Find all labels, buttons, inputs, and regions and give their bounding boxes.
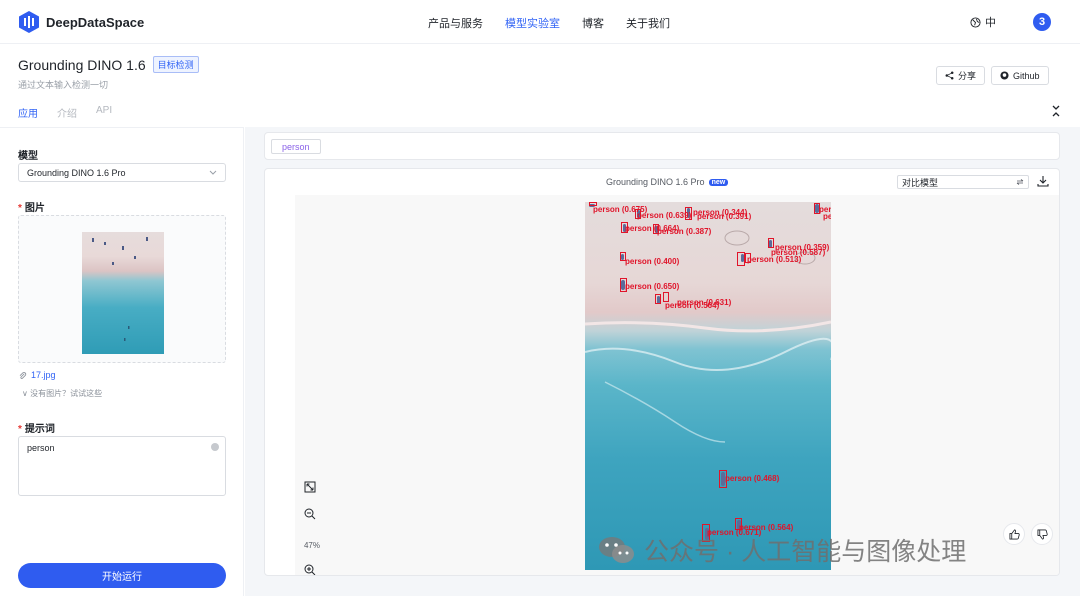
chevron-down-icon [209, 170, 217, 175]
category-tag: 目标检测 [152, 56, 199, 73]
fit-screen-icon [304, 481, 316, 493]
prompt-chip[interactable]: person [271, 139, 321, 154]
thumbs-up-icon [1009, 529, 1020, 539]
result-panel: Grounding DINO 1.6 Pro new 对比模型 person (… [264, 168, 1060, 576]
feedback-buttons [1003, 523, 1053, 545]
share-button[interactable]: 分享 [936, 66, 986, 85]
compare-model-select[interactable]: 对比模型 [897, 175, 1029, 189]
prompt-text: person [27, 443, 55, 453]
nav-item-model-lab[interactable]: 模型实验室 [505, 15, 560, 31]
zoom-level: 47% [303, 541, 320, 550]
image-field-label: * 图片 [18, 203, 45, 214]
sample-images-hint: 没有图片？试试这些 [30, 389, 103, 398]
detection-label: person (0.387) [657, 227, 712, 236]
wechat-icon [599, 537, 634, 563]
detection-label: person (0.391) [697, 212, 752, 221]
detection-label: person (0.650) [625, 282, 680, 291]
image-upload-area[interactable] [18, 215, 226, 363]
language-switch[interactable]: 中 [970, 14, 996, 30]
detection-label: person (0.629) [823, 212, 831, 221]
prompt-textarea[interactable]: person [18, 436, 226, 496]
sample-images-toggle[interactable]: ∨ 没有图片？试试这些 [22, 388, 102, 399]
file-name: 17.jpg [31, 370, 56, 380]
nav-item-products[interactable]: 产品与服务 [428, 15, 483, 31]
collapse-chevrons-icon[interactable] [1050, 104, 1062, 118]
swap-icon [1016, 179, 1024, 185]
uploaded-file-link[interactable]: 17.jpg [18, 370, 56, 380]
chevron-down-small-icon: ∨ [22, 389, 31, 398]
result-model-name: Grounding DINO 1.6 Pro [606, 177, 705, 187]
globe-icon [970, 16, 981, 28]
compare-model-placeholder: 对比模型 [902, 177, 939, 188]
detection-result-image: person (0.675) person (0.639) person (0.… [585, 202, 831, 570]
deepdataspace-logo-icon [19, 11, 39, 33]
thumbs-down-icon [1037, 529, 1048, 539]
top-navigation-bar: DeepDataSpace 产品与服务 模型实验室 博客 关于我们 中 3 [0, 0, 1080, 44]
paperclip-icon [19, 371, 27, 379]
uploaded-image-thumbnail [82, 232, 164, 354]
avatar[interactable]: 3 [1033, 13, 1051, 31]
language-label: 中 [985, 17, 996, 29]
run-button[interactable]: 开始运行 [18, 563, 226, 588]
page-title-row: Grounding DINO 1.6 目标检测 [18, 56, 199, 73]
clear-icon[interactable] [211, 443, 219, 451]
watermark-text: 公众号 · 人工智能与图像处理 [644, 538, 967, 566]
zoom-out-button[interactable] [300, 504, 320, 524]
watermark: 公众号 · 人工智能与图像处理 [598, 532, 966, 568]
fit-screen-button[interactable] [300, 477, 320, 497]
new-badge: new [708, 178, 729, 186]
zoom-out-icon [304, 508, 316, 520]
main-nav: 产品与服务 模型实验室 博客 关于我们 [428, 15, 670, 31]
github-label: Github [1013, 70, 1040, 81]
nav-item-about[interactable]: 关于我们 [626, 15, 670, 31]
zoom-in-button[interactable] [300, 560, 320, 575]
zoom-in-icon [304, 564, 316, 575]
share-label: 分享 [958, 71, 977, 81]
prompt-chip-bar: person [264, 132, 1060, 160]
thumbs-down-button[interactable] [1031, 523, 1053, 545]
page-subtitle: 通过文本输入检测一切 [18, 80, 109, 90]
detection-label: person (0.468) [725, 474, 780, 483]
beach-thumbnail-icon [92, 237, 148, 341]
share-icon [945, 71, 954, 80]
detection-label: person (0.564) [665, 301, 720, 310]
image-label: 图片 [24, 203, 45, 214]
page-title: Grounding DINO 1.6 [18, 56, 146, 73]
model-select-value: Grounding DINO 1.6 Pro [27, 167, 126, 178]
detection-label: person (0.513) [747, 255, 802, 264]
result-model-header: Grounding DINO 1.6 Pro new [606, 177, 729, 187]
github-icon [1000, 71, 1009, 80]
nav-item-blog[interactable]: 博客 [582, 15, 604, 31]
detection-label: person (0.639) [637, 211, 692, 220]
detection-canvas[interactable]: person (0.675) person (0.639) person (0.… [295, 195, 1059, 575]
thumbs-up-button[interactable] [1003, 523, 1025, 545]
brand-name: DeepDataSpace [46, 14, 145, 30]
github-button[interactable]: Github [991, 66, 1049, 85]
prompt-label: 提示词 [24, 424, 55, 435]
detection-label: person (0.400) [625, 257, 680, 266]
model-select[interactable]: Grounding DINO 1.6 Pro [18, 163, 226, 182]
prompt-field-label: * 提示词 [18, 424, 55, 435]
model-label: 模型 [18, 151, 38, 162]
brand-logo[interactable]: DeepDataSpace [18, 10, 144, 34]
download-icon[interactable] [1037, 175, 1049, 187]
